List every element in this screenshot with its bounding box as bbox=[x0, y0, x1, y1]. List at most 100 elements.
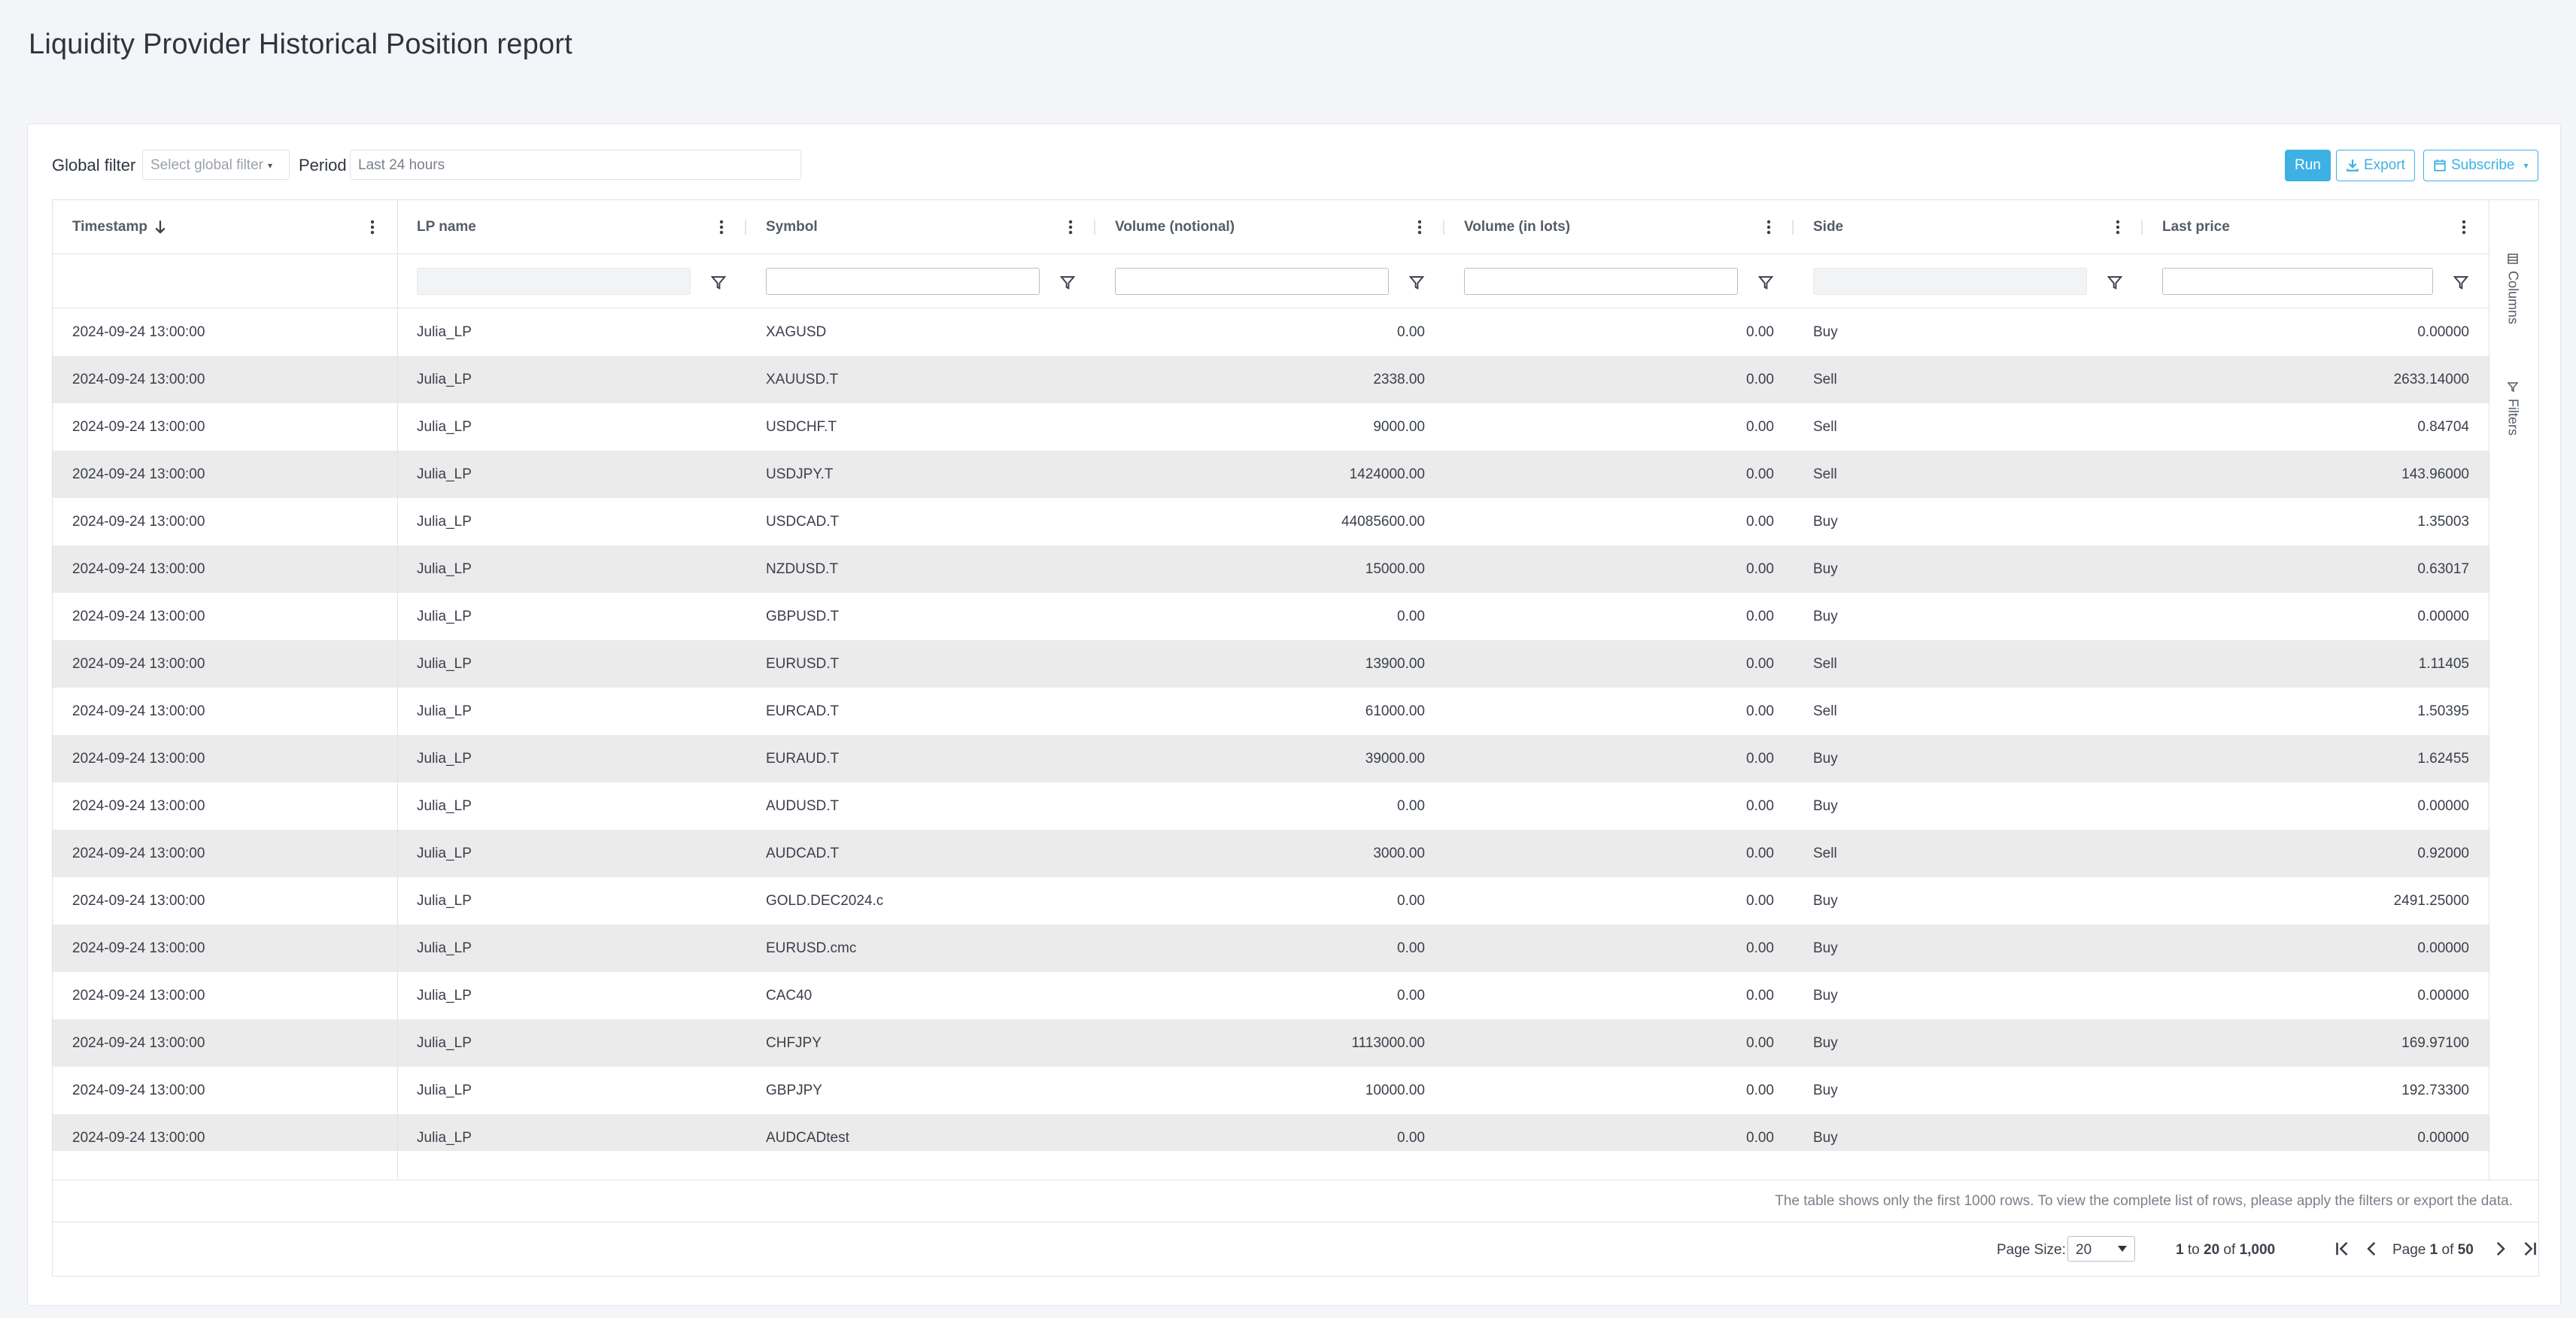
table-row[interactable]: 2024-09-24 13:00:00 Julia_LP EURAUD.T 39000… bbox=[53, 735, 2489, 782]
cell-side: Buy bbox=[1813, 561, 1838, 577]
cell-volume-notional: 0.00 bbox=[1397, 893, 1425, 909]
filter-cell-side bbox=[1794, 254, 2143, 308]
cell-volume-lots: 0.00 bbox=[1746, 609, 1774, 624]
global-filter-select[interactable]: Select global filter ▾ bbox=[142, 150, 290, 180]
cell-timestamp: 2024-09-24 13:00:00 bbox=[72, 324, 205, 340]
export-button[interactable]: Export bbox=[2336, 150, 2415, 181]
cell-volume-lots: 0.00 bbox=[1746, 1083, 1774, 1098]
cell-timestamp: 2024-09-24 13:00:00 bbox=[72, 609, 205, 624]
page-word: Page bbox=[2392, 1242, 2426, 1258]
cell-timestamp: 2024-09-24 13:00:00 bbox=[72, 940, 205, 956]
column-filter-input[interactable] bbox=[1115, 268, 1389, 295]
subscribe-button[interactable]: Subscribe ▾ bbox=[2423, 150, 2538, 181]
column-menu-icon[interactable] bbox=[719, 220, 724, 235]
filter-icon[interactable] bbox=[2453, 274, 2469, 290]
column-header-last-price[interactable]: Last price bbox=[2143, 200, 2489, 254]
table-row[interactable]: 2024-09-24 13:00:00 Julia_LP XAUUSD.T 2338.… bbox=[53, 356, 2489, 403]
filter-icon[interactable] bbox=[710, 274, 727, 290]
table-row[interactable]: 2024-09-24 13:00:00 Julia_LP EURCAD.T 61000… bbox=[53, 688, 2489, 735]
table-row[interactable]: 2024-09-24 13:00:00 Julia_LP CHFJPY 1113000… bbox=[53, 1019, 2489, 1067]
filter-icon[interactable] bbox=[1757, 274, 1774, 290]
cell-lp-name: Julia_LP bbox=[417, 466, 472, 482]
filter-icon[interactable] bbox=[1059, 274, 1076, 290]
last-page-icon[interactable] bbox=[2520, 1239, 2540, 1259]
cell-volume-lots: 0.00 bbox=[1746, 703, 1774, 719]
column-header-volume-notional[interactable]: Volume (notional) bbox=[1095, 200, 1444, 254]
column-header-timestamp[interactable]: Timestamp bbox=[53, 200, 397, 254]
horizontal-scrollbar[interactable] bbox=[53, 1151, 2489, 1168]
cell-volume-lots: 0.00 bbox=[1746, 466, 1774, 482]
table-row[interactable]: 2024-09-24 13:00:00 Julia_LP EURUSD.cmc 0.0… bbox=[53, 925, 2489, 972]
filter-icon[interactable] bbox=[1408, 274, 1425, 290]
cell-symbol: AUDCAD.T bbox=[766, 846, 840, 861]
column-menu-icon[interactable] bbox=[1417, 220, 1422, 235]
cell-symbol: USDCAD.T bbox=[766, 514, 840, 530]
next-page-icon[interactable] bbox=[2490, 1239, 2510, 1259]
cell-side: Sell bbox=[1813, 466, 1837, 482]
cell-side: Buy bbox=[1813, 1083, 1838, 1098]
run-button[interactable]: Run bbox=[2285, 150, 2331, 181]
cell-symbol: AUDUSD.T bbox=[766, 798, 840, 814]
column-menu-icon[interactable] bbox=[370, 220, 375, 235]
cell-last-price: 192.73300 bbox=[2401, 1083, 2469, 1098]
cell-symbol: GBPJPY bbox=[766, 1083, 822, 1098]
table-row[interactable]: 2024-09-24 13:00:00 Julia_LP USDCAD.T 44085… bbox=[53, 498, 2489, 545]
previous-page-icon[interactable] bbox=[2362, 1239, 2382, 1259]
calendar-icon bbox=[2434, 159, 2446, 172]
caret-down-icon bbox=[2118, 1246, 2127, 1252]
table-row[interactable]: 2024-09-24 13:00:00 Julia_LP XAGUSD 0.00 0.0… bbox=[53, 308, 2489, 356]
column-menu-icon[interactable] bbox=[1068, 220, 1073, 235]
sort-descending-icon bbox=[155, 220, 166, 234]
cell-last-price: 2491.25000 bbox=[2393, 893, 2469, 909]
page-size-select[interactable]: 20 bbox=[2067, 1236, 2135, 1262]
first-page-icon[interactable] bbox=[2332, 1239, 2352, 1259]
table-row[interactable]: 2024-09-24 13:00:00 Julia_LP USDCHF.T 9000.… bbox=[53, 403, 2489, 451]
current-page: 1 bbox=[2429, 1242, 2438, 1258]
table-row[interactable]: 2024-09-24 13:00:00 Julia_LP GBPJPY 10000.0… bbox=[53, 1067, 2489, 1114]
column-header-label: Symbol bbox=[766, 219, 818, 235]
column-menu-icon[interactable] bbox=[2462, 220, 2466, 235]
period-select[interactable]: Last 24 hours bbox=[350, 150, 801, 180]
cell-symbol: EURAUD.T bbox=[766, 751, 840, 767]
table-row[interactable]: 2024-09-24 13:00:00 Julia_LP USDJPY.T 14240… bbox=[53, 451, 2489, 498]
side-bar: Columns Filters bbox=[2489, 200, 2538, 1180]
column-filter-input[interactable] bbox=[766, 268, 1040, 295]
column-filter-input[interactable] bbox=[1464, 268, 1738, 295]
run-button-label: Run bbox=[2295, 157, 2321, 173]
table-row[interactable]: 2024-09-24 13:00:00 Julia_LP NZDUSD.T 15000… bbox=[53, 545, 2489, 593]
cell-timestamp: 2024-09-24 13:00:00 bbox=[72, 893, 205, 909]
range-to-word: to bbox=[2187, 1242, 2200, 1258]
column-header-label: Volume (notional) bbox=[1115, 219, 1235, 235]
cell-last-price: 0.84704 bbox=[2417, 419, 2469, 435]
column-header-volume-lots[interactable]: Volume (in lots) bbox=[1444, 200, 1794, 254]
cell-volume-lots: 0.00 bbox=[1746, 940, 1774, 956]
column-header-symbol[interactable]: Symbol bbox=[746, 200, 1095, 254]
range-total: 1,000 bbox=[2239, 1242, 2276, 1258]
columns-tool-tab[interactable]: Columns bbox=[2502, 253, 2524, 324]
cell-last-price: 0.00000 bbox=[2417, 324, 2469, 340]
table-row[interactable]: 2024-09-24 13:00:00 Julia_LP AUDCAD.T 3000.… bbox=[53, 830, 2489, 877]
column-menu-icon[interactable] bbox=[1766, 220, 1771, 235]
filter-cell-volume-notional bbox=[1095, 254, 1444, 308]
filter-icon[interactable] bbox=[2107, 274, 2123, 290]
table-row[interactable]: 2024-09-24 13:00:00 Julia_LP GOLD.DEC2024.… bbox=[53, 877, 2489, 925]
table-row[interactable]: 2024-09-24 13:00:00 Julia_LP GBPUSD.T 0.00 0… bbox=[53, 593, 2489, 640]
pagination-bar: Page Size: 20 1 to 20 of 1,000 Page 1 of… bbox=[52, 1222, 2539, 1277]
column-filter-input[interactable] bbox=[2162, 268, 2433, 295]
cell-lp-name: Julia_LP bbox=[417, 656, 472, 672]
column-header-lp-name[interactable]: LP name bbox=[397, 200, 746, 254]
column-menu-icon[interactable] bbox=[2116, 220, 2120, 235]
table-row[interactable]: 2024-09-24 13:00:00 Julia_LP EURUSD.T 13900… bbox=[53, 640, 2489, 688]
cell-side: Buy bbox=[1813, 1035, 1838, 1051]
table-row[interactable]: 2024-09-24 13:00:00 Julia_LP AUDUSD.T 0.00 0… bbox=[53, 782, 2489, 830]
table-row[interactable]: 2024-09-24 13:00:00 Julia_LP CAC40 0.00 0.00… bbox=[53, 972, 2489, 1019]
cell-timestamp: 2024-09-24 13:00:00 bbox=[72, 372, 205, 387]
cell-timestamp: 2024-09-24 13:00:00 bbox=[72, 466, 205, 482]
cell-timestamp: 2024-09-24 13:00:00 bbox=[72, 703, 205, 719]
column-header-label: Side bbox=[1813, 219, 1844, 235]
cell-last-price: 1.62455 bbox=[2417, 751, 2469, 767]
page-size-value: 20 bbox=[2076, 1242, 2092, 1258]
column-header-side[interactable]: Side bbox=[1794, 200, 2143, 254]
cell-last-price: 169.97100 bbox=[2401, 1035, 2469, 1051]
filters-tool-tab[interactable]: Filters bbox=[2502, 381, 2524, 436]
